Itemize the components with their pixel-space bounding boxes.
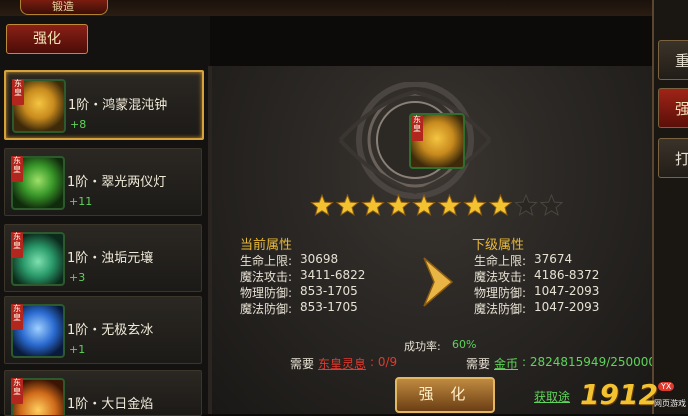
item-tag: 东皇 xyxy=(12,79,24,105)
requirement-1-item-link[interactable]: 东皇灵息 xyxy=(318,355,366,372)
item-name: 1阶・鸿蒙混沌钟 xyxy=(68,98,168,113)
logo-subtitle: 网页游戏 xyxy=(654,399,686,408)
item-tag: 东皇 xyxy=(11,156,23,182)
current-hp-label: 生命上限: xyxy=(240,254,293,268)
list-item[interactable]: 东皇 1阶・无极玄冰 +1 xyxy=(4,296,202,364)
window-title: 锻造 xyxy=(52,0,74,13)
next-pdef-label: 物理防御: xyxy=(474,286,527,300)
main-item-tag: 东皇 xyxy=(411,115,423,141)
next-mdef-label: 魔法防御: xyxy=(474,302,527,316)
item-name: 1阶・无极玄冰 xyxy=(67,323,154,338)
next-pdef-value: 1047-2093 xyxy=(534,284,600,298)
star-filled-icon xyxy=(412,194,436,216)
next-matk-value: 4186-8372 xyxy=(534,268,600,282)
next-hp-label: 生命上限: xyxy=(474,254,527,268)
list-item[interactable]: 东皇 1阶・翠光两仪灯 +11 xyxy=(4,148,202,216)
next-attributes-header: 下级属性 xyxy=(472,238,525,253)
next-mdef-value: 1047-2093 xyxy=(534,300,600,314)
item-level: +1 xyxy=(69,343,86,356)
strengthen-button[interactable]: 强 化 xyxy=(395,377,495,413)
success-rate-label: 成功率: xyxy=(404,340,441,353)
item-level: +8 xyxy=(70,118,87,131)
item-tag: 东皇 xyxy=(11,232,23,258)
site-logo: 1912 YX 网页游戏 xyxy=(580,378,688,414)
requirement-2-count: : 2824815949/250000 xyxy=(522,355,657,369)
tab-strengthen[interactable]: 强化 xyxy=(6,24,88,54)
item-name: 1阶・大日金焰 xyxy=(67,397,154,412)
current-pdef-label: 物理防御: xyxy=(240,286,293,300)
requirement-2-prefix: 需要 xyxy=(466,357,491,371)
success-rate-value: 60% xyxy=(452,338,477,351)
star-empty-icon xyxy=(539,194,564,216)
current-attributes-header: 当前属性 xyxy=(240,238,293,253)
star-filled-icon xyxy=(361,194,385,216)
item-tag: 东皇 xyxy=(11,378,23,404)
requirement-2-item-link[interactable]: 金币 xyxy=(494,355,518,372)
current-hp-value: 30698 xyxy=(300,252,339,266)
logo-text: 1912 xyxy=(580,378,658,411)
logo-badge: YX xyxy=(658,382,675,391)
tab-right-1[interactable]: 重 xyxy=(658,40,688,80)
star-filled-icon xyxy=(310,194,334,216)
item-level: +11 xyxy=(69,195,93,208)
current-mdef-value: 853-1705 xyxy=(300,300,358,314)
star-filled-icon xyxy=(335,194,360,216)
current-pdef-value: 853-1705 xyxy=(300,284,358,298)
item-name: 1阶・翠光两仪灯 xyxy=(67,175,167,190)
star-filled-icon xyxy=(437,194,462,216)
star-empty-icon xyxy=(514,194,538,216)
current-matk-value: 3411-6822 xyxy=(300,268,366,282)
item-level: +3 xyxy=(69,271,86,284)
star-filled-icon xyxy=(463,194,487,216)
item-name: 1阶・浊垢元壤 xyxy=(67,251,154,266)
star-filled-icon xyxy=(488,194,513,216)
upgrade-arrow-icon xyxy=(423,257,454,307)
tab-right-3[interactable]: 打 xyxy=(658,138,688,178)
item-tag: 东皇 xyxy=(11,304,23,330)
list-item[interactable]: 东皇 1阶・浊垢元壤 +3 xyxy=(4,224,202,292)
star-filled-icon xyxy=(386,194,411,216)
obtain-source-link[interactable]: 获取途 xyxy=(534,388,570,405)
requirement-1-prefix: 需要 xyxy=(290,357,315,371)
tab-right-2[interactable]: 强 xyxy=(658,88,688,128)
current-matk-label: 魔法攻击: xyxy=(240,270,293,284)
next-matk-label: 魔法攻击: xyxy=(474,270,527,284)
next-hp-value: 37674 xyxy=(534,252,573,266)
list-item[interactable]: 东皇 1阶・大日金焰 xyxy=(4,370,202,416)
star-rating xyxy=(310,194,564,216)
list-item[interactable]: 东皇 1阶・鸿蒙混沌钟 +8 xyxy=(4,70,204,140)
requirement-1-count: : 0/9 xyxy=(370,355,398,369)
current-mdef-label: 魔法防御: xyxy=(240,302,293,316)
